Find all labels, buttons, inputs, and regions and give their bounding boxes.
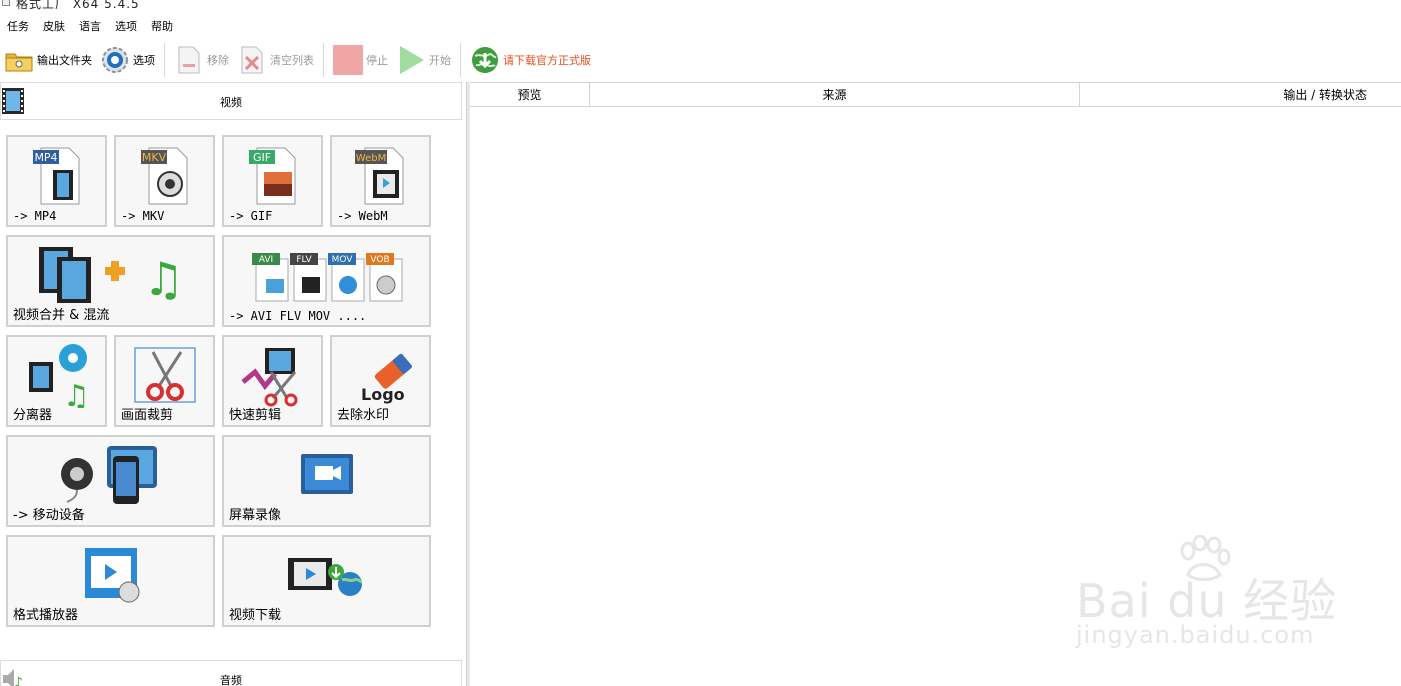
merge-video-music-icon: ♫ — [8, 241, 213, 309]
tile-label: -> AVI FLV MOV .... — [229, 309, 367, 323]
gear-icon — [100, 46, 130, 74]
tile-video-download[interactable]: 视频下载 — [222, 535, 431, 627]
remove-document-icon — [174, 46, 204, 74]
start-button[interactable]: 开始 — [392, 42, 455, 78]
mp4-badge-text: MP4 — [34, 151, 57, 164]
menu-bar: 任务 皮肤 语言 选项 帮助 — [0, 18, 180, 36]
gif-badge-text: GIF — [252, 151, 270, 164]
tile-to-gif[interactable]: GIF -> GIF — [222, 135, 323, 227]
tile-label: 视频下载 — [229, 608, 282, 623]
menu-language[interactable]: 语言 — [72, 18, 108, 36]
toolbar-separator — [460, 43, 461, 77]
output-folder-button[interactable]: 输出文件夹 — [0, 42, 96, 78]
tile-label: 去除水印 — [337, 408, 390, 423]
tile-label: 屏幕录像 — [229, 508, 282, 523]
options-button[interactable]: 选项 — [96, 42, 159, 78]
format-badge-vob: VOB — [370, 255, 389, 265]
column-source[interactable]: 来源 — [590, 83, 1080, 107]
clear-list-icon — [237, 46, 267, 74]
app-icon — [2, 0, 10, 6]
column-preview[interactable]: 预览 — [470, 83, 590, 107]
remove-button[interactable]: 移除 — [170, 42, 233, 78]
multi-format-icon: AVI FLV MOV VOB — [224, 241, 429, 309]
tile-splitter[interactable]: ♫ 分离器 — [6, 335, 107, 427]
mkv-file-icon: MKV — [116, 141, 213, 209]
tile-label: 视频合并 & 混流 — [13, 308, 110, 323]
tile-quick-clip[interactable]: 快速剪辑 — [222, 335, 323, 427]
task-list-header: 预览 来源 输出 / 转换状态 — [470, 82, 1401, 107]
menu-skin[interactable]: 皮肤 — [36, 18, 72, 36]
video-category-header[interactable]: 视频 — [0, 82, 462, 120]
tile-crop[interactable]: 画面裁剪 — [114, 335, 215, 427]
tile-remove-watermark[interactable]: Logo 去除水印 — [330, 335, 431, 427]
tile-to-other-formats[interactable]: AVI FLV MOV VOB -> AVI FLV MOV .... — [222, 235, 431, 327]
tile-to-mkv[interactable]: MKV -> MKV — [114, 135, 215, 227]
screen-record-icon — [224, 441, 429, 509]
quick-clip-icon — [224, 341, 321, 409]
mkv-badge-text: MKV — [141, 151, 166, 164]
menu-options[interactable]: 选项 — [108, 18, 144, 36]
tile-label: -> GIF — [229, 209, 273, 223]
baidu-jingyan-watermark: Bai du 经验 jingyan.baidu.com — [1070, 535, 1370, 665]
eraser-logo-icon: Logo — [332, 341, 429, 409]
tile-label: 分离器 — [13, 408, 53, 423]
tile-label: -> MKV — [121, 209, 165, 223]
toolbar-separator — [323, 43, 324, 77]
globe-download-icon — [470, 46, 500, 74]
gif-file-icon: GIF — [224, 141, 321, 209]
tile-screen-record[interactable]: 屏幕录像 — [222, 435, 431, 527]
menu-task[interactable]: 任务 — [0, 18, 36, 36]
tile-label: 格式播放器 — [13, 608, 79, 623]
tile-to-mp4[interactable]: MP4 -> MP4 — [6, 135, 107, 227]
download-official-link[interactable]: 请下载官方正式版 — [466, 42, 595, 78]
video-download-icon — [224, 541, 429, 609]
webm-badge-text: WebM — [355, 153, 385, 164]
tile-label: -> 移动设备 — [13, 508, 85, 523]
splitter-icon: ♫ — [8, 341, 105, 409]
column-output-status[interactable]: 输出 / 转换状态 — [1080, 83, 1401, 107]
logo-text: Logo — [361, 385, 405, 404]
format-badge-avi: AVI — [258, 255, 272, 265]
tile-mobile-device[interactable]: -> 移动设备 — [6, 435, 215, 527]
player-icon — [8, 541, 213, 609]
menu-help[interactable]: 帮助 — [144, 18, 180, 36]
audio-category-header[interactable]: ♪ 音频 — [0, 660, 462, 686]
title-bar: 格式工厂 X64 5.4.5 — [0, 0, 1401, 14]
category-panel: 视频 MP4 -> MP4 MKV -> MKV GIF -> GIF WebM… — [0, 82, 466, 686]
tile-video-merge[interactable]: ♫ 视频合并 & 混流 — [6, 235, 215, 327]
toolbar-separator — [164, 43, 165, 77]
play-icon — [396, 46, 426, 74]
tile-to-webm[interactable]: WebM -> WebM — [330, 135, 431, 227]
folder-icon — [4, 46, 34, 74]
tile-label: -> WebM — [337, 209, 388, 223]
format-badge-flv: FLV — [296, 255, 312, 265]
tile-label: 快速剪辑 — [229, 408, 282, 423]
tile-label: -> MP4 — [13, 209, 57, 223]
stop-button[interactable]: 停止 — [329, 42, 392, 78]
tile-format-player[interactable]: 格式播放器 — [6, 535, 215, 627]
tile-label: 画面裁剪 — [121, 408, 174, 423]
toolbar: 输出文件夹 选项 移除 清空列表 停止 开始 请下载官方正式版 — [0, 40, 1401, 80]
mp4-file-icon: MP4 — [8, 141, 105, 209]
mobile-device-icon — [8, 441, 213, 509]
watermark-sub-text: jingyan.baidu.com — [1076, 621, 1315, 649]
svg-text:♫: ♫ — [63, 379, 90, 408]
svg-text:♫: ♫ — [143, 252, 184, 306]
webm-file-icon: WebM — [332, 141, 429, 209]
clear-list-button[interactable]: 清空列表 — [233, 42, 318, 78]
window-title: 格式工厂 X64 5.4.5 — [16, 0, 140, 11]
crop-scissors-icon — [116, 341, 213, 409]
format-badge-mov: MOV — [331, 255, 353, 265]
stop-icon — [333, 45, 363, 75]
